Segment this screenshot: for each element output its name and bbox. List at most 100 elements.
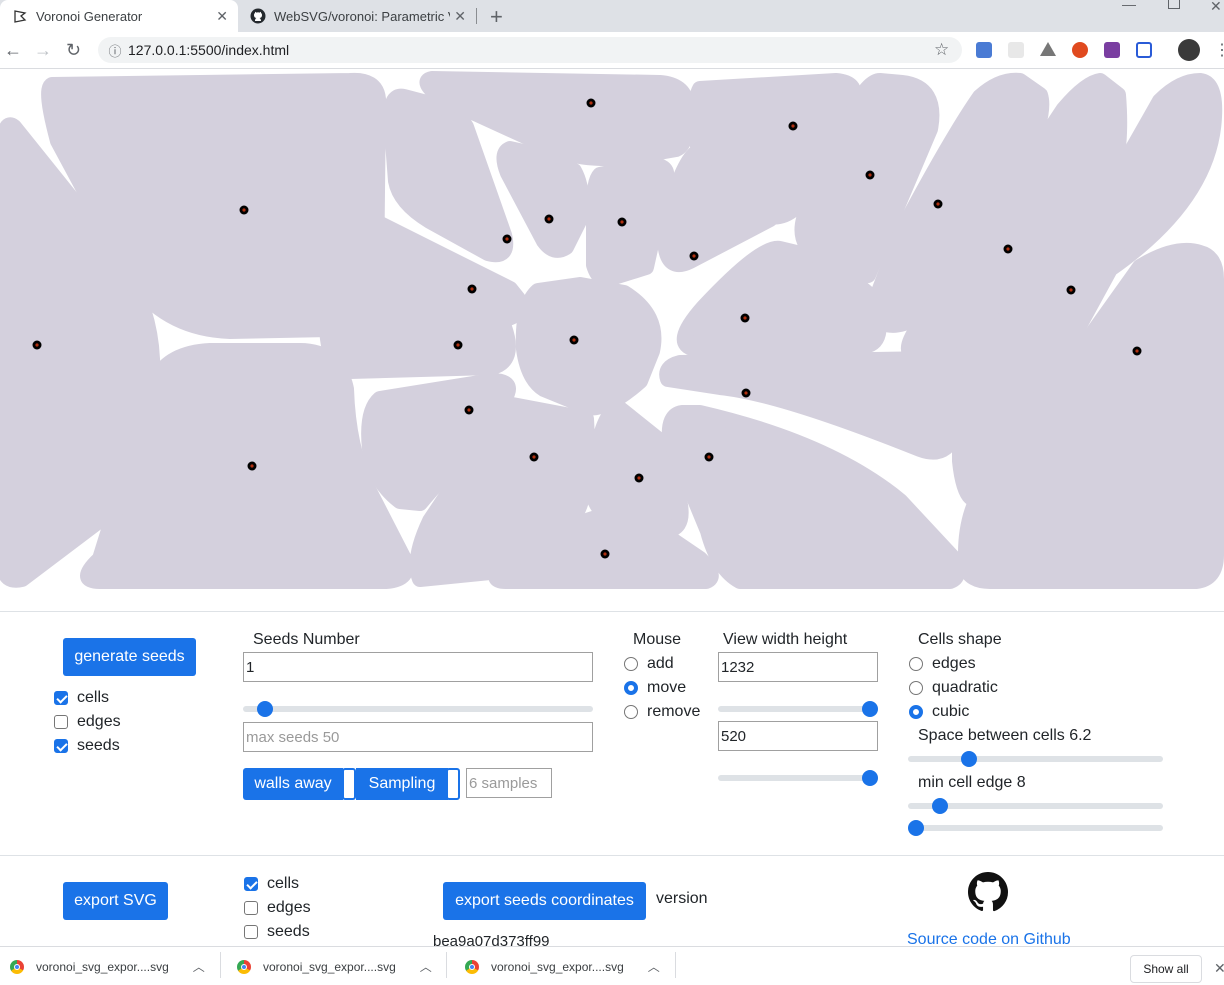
download-item[interactable]: voronoi_svg_expor....svg ︿	[465, 958, 660, 975]
seed-point-center	[744, 391, 748, 395]
mouse-move-radio[interactable]	[624, 681, 638, 695]
tab-title: Voronoi Generator	[36, 8, 143, 24]
sampling-toggle[interactable]	[446, 768, 460, 800]
view-height-slider[interactable]	[718, 775, 878, 781]
section-divider	[0, 855, 1224, 856]
bookmark-star-icon[interactable]: ☆	[934, 40, 949, 60]
mouse-label: Mouse	[633, 631, 682, 648]
display-seeds-checkbox[interactable]	[54, 739, 68, 753]
samples-input[interactable]: 6 samples	[466, 768, 552, 798]
tab-title: WebSVG/voronoi: Parametric Vor	[274, 8, 450, 24]
view-width-slider-thumb[interactable]	[862, 701, 878, 717]
seed-point-center	[620, 220, 624, 224]
display-seeds-label: seeds	[77, 737, 120, 754]
chevron-up-icon[interactable]: ︿	[648, 958, 660, 975]
seeds-number-slider-thumb[interactable]	[256, 701, 273, 717]
export-svg-button[interactable]: export SVG	[63, 882, 168, 920]
seed-point-center	[467, 408, 471, 412]
info-icon[interactable]: ⓘ	[102, 41, 128, 60]
github-logo-icon[interactable]	[968, 872, 1009, 917]
view-height-input[interactable]: 520	[718, 721, 878, 751]
close-downloads-icon[interactable]: ✕	[1214, 960, 1224, 977]
adblock-extension-icon[interactable]	[1072, 42, 1088, 58]
github-icon	[250, 8, 266, 24]
export-seeds-coordinates-button[interactable]: export seeds coordinates	[443, 882, 646, 920]
version-label: version	[656, 890, 708, 907]
view-height-slider-thumb[interactable]	[862, 770, 878, 786]
view-width-slider[interactable]	[718, 706, 878, 712]
profile-avatar[interactable]	[1178, 39, 1200, 61]
shape-cubic-radio[interactable]	[909, 705, 923, 719]
space-between-cells-slider[interactable]	[908, 756, 1163, 762]
seeds-number-input[interactable]: 1	[243, 652, 593, 682]
voronoi-canvas[interactable]	[0, 69, 1224, 599]
minimize-icon[interactable]: —	[1122, 0, 1136, 12]
generate-seeds-button[interactable]: generate seeds	[63, 638, 196, 676]
export-edges-checkbox[interactable]	[244, 901, 258, 915]
seed-point-center	[589, 101, 593, 105]
max-seeds-input[interactable]: max seeds 50	[243, 722, 593, 752]
seed-point-center	[637, 476, 641, 480]
chrome-file-icon	[10, 959, 24, 974]
tab-voronoi-generator[interactable]: Voronoi Generator ✕	[0, 0, 238, 32]
export-cells-checkbox[interactable]	[244, 877, 258, 891]
maximize-icon[interactable]	[1168, 0, 1180, 9]
shape-quadratic-radio[interactable]	[909, 681, 923, 695]
extra-slider-thumb[interactable]	[908, 820, 924, 836]
onenote-extension-icon[interactable]	[1104, 42, 1120, 58]
cells-shape-label: Cells shape	[918, 631, 1002, 648]
seed-point-center	[456, 343, 460, 347]
walls-away-button[interactable]: walls away	[243, 768, 343, 800]
new-tab-icon[interactable]: +	[490, 4, 503, 30]
extension-icon[interactable]	[1008, 42, 1024, 58]
back-icon[interactable]: ←	[4, 40, 22, 61]
chevron-up-icon[interactable]: ︿	[193, 958, 205, 975]
tab-github[interactable]: WebSVG/voronoi: Parametric Vor ✕	[238, 0, 476, 32]
close-tab-icon[interactable]: ✕	[216, 8, 228, 25]
display-edges-checkbox[interactable]	[54, 715, 68, 729]
display-cells-label: cells	[77, 689, 110, 706]
download-separator	[675, 952, 676, 978]
seed-point-center	[603, 552, 607, 556]
seeds-number-slider[interactable]	[243, 706, 593, 712]
seeds-number-label: Seeds Number	[253, 631, 360, 648]
walls-away-toggle[interactable]	[342, 768, 356, 800]
seed-point-center	[1135, 349, 1139, 353]
export-seeds-checkbox[interactable]	[244, 925, 258, 939]
mouse-remove-radio[interactable]	[624, 705, 638, 719]
close-window-icon[interactable]: ✕	[1210, 0, 1222, 15]
seed-point-center	[743, 316, 747, 320]
address-bar[interactable]: ⓘ 127.0.0.1:5500/index.html	[98, 37, 962, 63]
voronoi-cell	[586, 157, 675, 288]
mouse-add-radio[interactable]	[624, 657, 638, 671]
download-item[interactable]: voronoi_svg_expor....svg ︿	[10, 958, 205, 975]
seed-point-center	[707, 455, 711, 459]
seed-point-center	[505, 237, 509, 241]
view-width-input[interactable]: 1232	[718, 652, 878, 682]
seed-point-center	[572, 338, 576, 342]
download-separator	[446, 952, 447, 978]
shape-quadratic-label: quadratic	[932, 679, 998, 696]
chrome-file-icon	[465, 959, 479, 974]
mouse-remove-label: remove	[647, 703, 701, 720]
drive-extension-icon[interactable]	[1040, 42, 1056, 56]
extra-slider[interactable]	[908, 825, 1163, 831]
chevron-up-icon[interactable]: ︿	[420, 958, 432, 975]
forward-icon[interactable]: →	[34, 40, 52, 61]
space-between-cells-slider-thumb[interactable]	[960, 751, 977, 767]
seed-point-center	[1006, 247, 1010, 251]
menu-icon[interactable]: ⋮	[1214, 40, 1224, 60]
min-cell-edge-slider-thumb[interactable]	[931, 798, 948, 814]
space-between-cells-label: Space between cells 6.2	[918, 727, 1092, 744]
min-cell-edge-label: min cell edge 8	[918, 774, 1026, 791]
translate-extension-icon[interactable]	[976, 42, 992, 58]
sampling-button[interactable]: Sampling	[356, 768, 448, 800]
crop-extension-icon[interactable]	[1136, 42, 1152, 58]
download-item[interactable]: voronoi_svg_expor....svg ︿	[237, 958, 432, 975]
reload-icon[interactable]: ↻	[66, 40, 81, 61]
close-tab-icon[interactable]: ✕	[454, 8, 466, 25]
voronoi-cells	[0, 71, 1224, 589]
shape-edges-radio[interactable]	[909, 657, 923, 671]
show-all-downloads-button[interactable]: Show all	[1130, 955, 1202, 983]
display-cells-checkbox[interactable]	[54, 691, 68, 705]
